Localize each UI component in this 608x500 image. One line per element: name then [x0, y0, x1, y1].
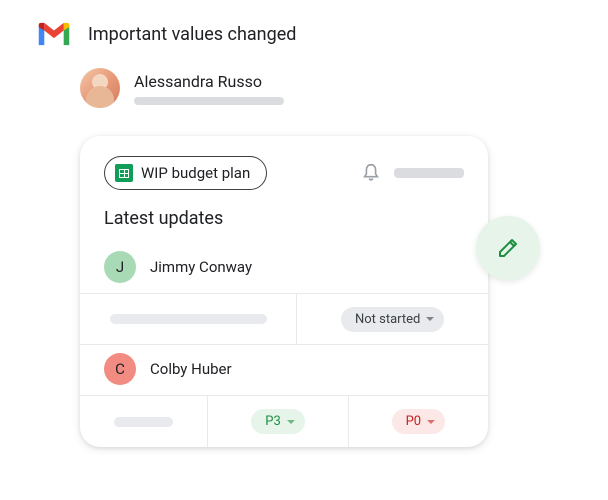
- updates-card: WIP budget plan Latest updates J Jimmy C…: [80, 136, 488, 447]
- cell-placeholder: [80, 294, 297, 344]
- priority-old-dropdown[interactable]: P3: [251, 409, 305, 434]
- header-placeholder: [394, 168, 464, 178]
- avatar-colby: C: [104, 353, 136, 385]
- document-chip[interactable]: WIP budget plan: [104, 156, 267, 190]
- cell-placeholder: [80, 396, 208, 447]
- person-name: Colby Huber: [150, 360, 232, 378]
- sender-name: Alessandra Russo: [134, 72, 284, 91]
- document-name: WIP budget plan: [141, 164, 250, 182]
- chevron-down-icon: [287, 420, 295, 424]
- priority-label: P0: [406, 414, 422, 429]
- table-row: Not started: [80, 293, 488, 345]
- sender-row: Alessandra Russo: [0, 56, 608, 108]
- sender-meta-placeholder: [134, 97, 284, 105]
- priority-new-dropdown[interactable]: P0: [392, 409, 446, 434]
- section-title: Latest updates: [80, 208, 488, 243]
- sender-avatar: [80, 68, 120, 108]
- email-subject: Important values changed: [88, 24, 296, 45]
- status-label: Not started: [355, 312, 420, 327]
- priority-label: P3: [265, 414, 281, 429]
- person-name: Jimmy Conway: [150, 258, 252, 276]
- chevron-down-icon: [426, 317, 434, 321]
- compose-fab[interactable]: [476, 216, 540, 280]
- update-person-row: J Jimmy Conway: [80, 243, 488, 293]
- email-header: Important values changed: [0, 0, 608, 56]
- avatar-jimmy: J: [104, 251, 136, 283]
- pencil-icon: [496, 236, 520, 260]
- chevron-down-icon: [427, 420, 435, 424]
- sheets-icon: [115, 164, 133, 182]
- update-person-row: C Colby Huber: [80, 345, 488, 395]
- status-dropdown[interactable]: Not started: [341, 307, 444, 332]
- table-row: P3 P0: [80, 395, 488, 447]
- gmail-logo-icon: [36, 20, 72, 48]
- bell-icon[interactable]: [360, 162, 382, 184]
